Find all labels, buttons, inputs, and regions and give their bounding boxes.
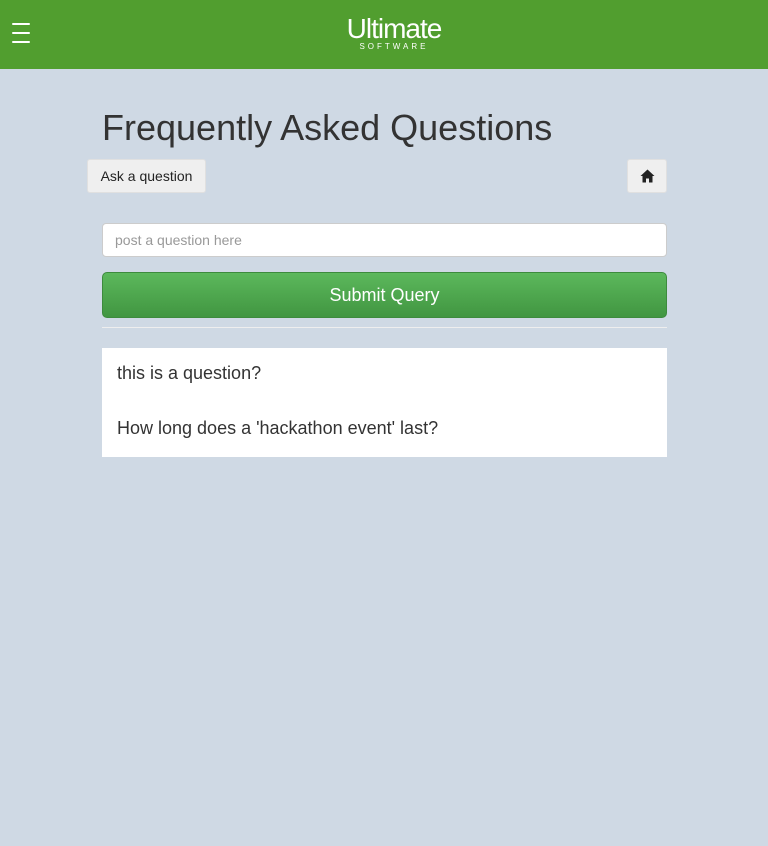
top-navbar: Ultimate SOFTWARE xyxy=(0,0,768,69)
menu-bar-top xyxy=(12,23,30,25)
home-button[interactable] xyxy=(627,159,667,193)
submit-query-button[interactable]: Submit Query xyxy=(102,272,667,318)
ask-question-button[interactable]: Ask a question xyxy=(87,159,206,193)
ultimate-software-logo[interactable]: Ultimate SOFTWARE xyxy=(334,14,454,51)
question-input[interactable] xyxy=(102,223,667,257)
menu-bar-middle xyxy=(12,32,30,34)
page-title: Frequently Asked Questions xyxy=(102,107,553,148)
question-list: this is a question? How long does a 'hac… xyxy=(102,348,667,457)
logo-subtitle: SOFTWARE xyxy=(359,42,429,51)
divider xyxy=(102,327,667,328)
logo-wordmark: Ultimate xyxy=(346,13,443,44)
question-item[interactable]: How long does a 'hackathon event' last? xyxy=(117,417,438,439)
question-item[interactable]: this is a question? xyxy=(117,362,261,384)
home-icon xyxy=(640,169,654,183)
hamburger-menu-icon[interactable] xyxy=(9,20,33,46)
menu-bar-bottom xyxy=(12,41,30,43)
